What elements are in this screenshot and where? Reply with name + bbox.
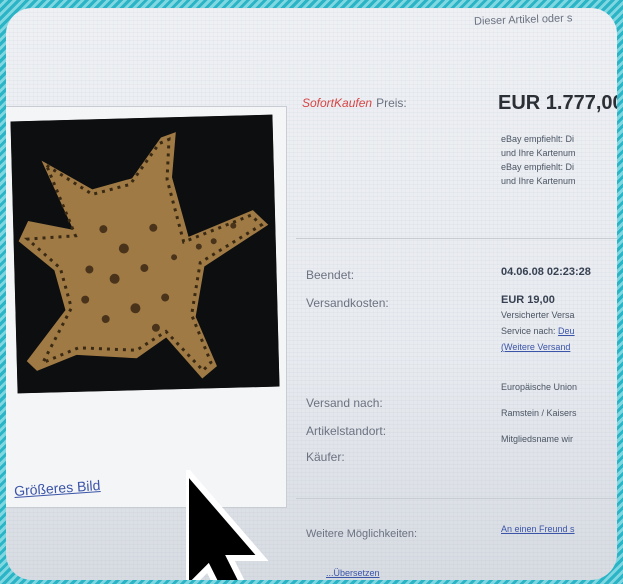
price-note-4: und Ihre Kartenum xyxy=(501,176,576,186)
buy-it-now-label: SofortKaufen Preis: xyxy=(302,96,407,110)
more-shipping-link[interactable]: (Weitere Versand xyxy=(501,342,617,352)
ship-to-value: Europäische Union xyxy=(501,382,578,392)
buyer-value: Mitgliedsname wir xyxy=(501,434,574,444)
sofort-kaufen-logo: SofortKaufen xyxy=(302,96,373,110)
section-divider-2 xyxy=(296,498,617,499)
price-note-2: und Ihre Kartenum xyxy=(501,148,576,158)
shipping-label: Versandkosten: xyxy=(306,296,389,310)
shipping-service-prefix: Service nach: xyxy=(501,326,556,336)
price-label: Preis: xyxy=(376,96,407,110)
leopard-skin-image xyxy=(10,114,280,394)
browser-screen: Dieser Artikel oder s Größeres Bild Sofo… xyxy=(6,8,617,580)
price-note-3: eBay empfiehlt: Di xyxy=(501,162,575,172)
price-amount: EUR 1.777,00 xyxy=(498,92,617,114)
shipping-insured: Versicherter Versa xyxy=(501,310,575,320)
shipping-cost: EUR 19,00 xyxy=(501,294,555,306)
item-photo[interactable] xyxy=(10,114,280,394)
ship-to-label: Versand nach: xyxy=(306,396,383,410)
bottom-link[interactable]: ...Übersetzen xyxy=(326,568,456,578)
item-location-value: Ramstein / Kaisers xyxy=(501,408,577,418)
mouse-pointer-icon xyxy=(186,470,269,580)
item-notice: Dieser Artikel oder s xyxy=(473,12,573,28)
tell-a-friend-link[interactable]: An einen Freund s xyxy=(501,524,617,534)
shipping-service: Service nach: Deu xyxy=(501,326,617,336)
ended-value: 04.06.08 02:23:28 xyxy=(501,266,591,278)
ended-label: Beendet: xyxy=(306,268,355,282)
section-divider xyxy=(296,238,617,239)
buyer-label: Käufer: xyxy=(306,450,345,464)
price-note-1: eBay empfiehlt: Di xyxy=(501,134,575,144)
item-location-label: Artikelstandort: xyxy=(306,424,387,438)
shipping-service-link[interactable]: Deu xyxy=(558,326,575,336)
